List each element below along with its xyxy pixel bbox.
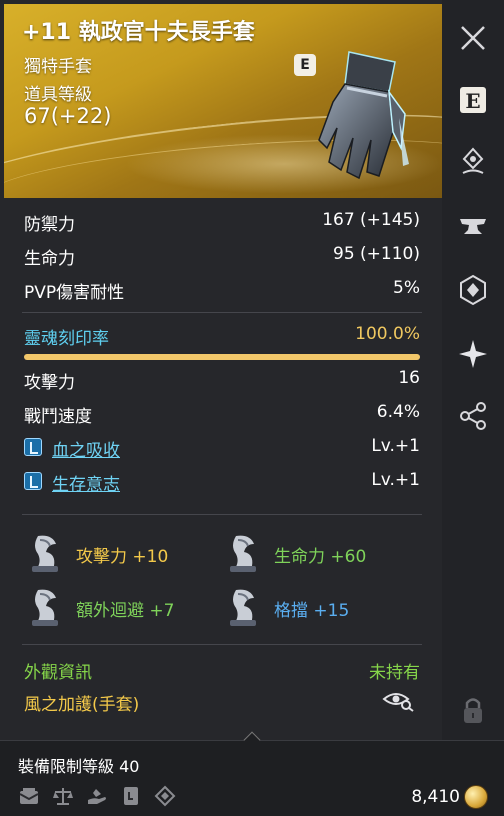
- pin-icon: [462, 147, 484, 174]
- gauntlet-icon: [318, 51, 409, 180]
- skill-book-icon: [24, 472, 42, 490]
- soul-value: 100.0%: [355, 324, 420, 344]
- skill-row: 生存意志 Lv.+1: [24, 466, 420, 496]
- trade-flags: [16, 783, 178, 809]
- soul-progress-fill: [24, 354, 420, 360]
- appearance-label: 外觀資訊: [24, 663, 92, 683]
- crystal-icon: [32, 535, 58, 572]
- crystal-label: 攻擊力 +10: [76, 547, 169, 567]
- skill-link[interactable]: 生存意志: [52, 470, 120, 495]
- item-footer: 裝備限制等級 40 8,410: [0, 731, 504, 816]
- crystal-label: 生命力 +60: [274, 547, 367, 567]
- anvil-button[interactable]: [453, 206, 493, 246]
- stat-value: 95 (+110): [333, 244, 420, 264]
- lock-icon: [464, 698, 482, 723]
- svg-text:E: E: [465, 89, 480, 113]
- item-title: +11 執政官十夫長手套: [22, 20, 255, 45]
- diamond-icon: [152, 783, 178, 809]
- stat-label: 生命力: [24, 249, 75, 269]
- pin-button[interactable]: [453, 142, 493, 182]
- stat-row: 生命力 95 (+110): [24, 240, 420, 270]
- scale-icon: [50, 783, 76, 809]
- soul-row: 靈魂刻印率 100.0%: [24, 320, 420, 350]
- crystal-label: 格擋 +15: [274, 601, 350, 621]
- lock-button[interactable]: [453, 690, 493, 730]
- item-tooltip-panel: +11 執政官十夫長手套 獨特手套 道具等級 67(+22) E E 防禦力 1…: [0, 0, 504, 816]
- preview-eye-icon[interactable]: [382, 688, 414, 712]
- book-icon: [118, 783, 144, 809]
- skill-level: Lv.+1: [371, 436, 420, 456]
- stat-row: PVP傷害耐性 5%: [24, 274, 420, 304]
- star-burst-icon: [459, 340, 487, 368]
- attribute-row: 攻擊力 16: [24, 364, 420, 394]
- crystal-label: 額外迴避 +7: [76, 601, 175, 621]
- crystal-icon: [230, 535, 256, 572]
- attribute-value: 6.4%: [376, 402, 420, 422]
- close-button[interactable]: [453, 18, 493, 58]
- crystal-icon: [230, 589, 256, 626]
- rune-shield-icon: [460, 274, 486, 306]
- stat-value: 167 (+145): [322, 210, 420, 230]
- divider: [22, 514, 422, 515]
- close-icon: [461, 26, 485, 50]
- storage-icon: [16, 783, 42, 809]
- crystal-slot[interactable]: 生命力 +60: [224, 532, 424, 576]
- stat-label: 防禦力: [24, 215, 75, 235]
- divider: [22, 312, 422, 313]
- hand-trade-icon: [84, 783, 110, 809]
- stat-row: 防禦力 167 (+145): [24, 206, 420, 236]
- stat-value: 5%: [393, 278, 420, 298]
- star-button[interactable]: [453, 334, 493, 374]
- enchant-e-icon: E: [460, 87, 486, 113]
- enchant-button[interactable]: E: [453, 80, 493, 120]
- anvil-icon: [460, 219, 486, 234]
- attribute-label: 攻擊力: [24, 373, 75, 393]
- appearance-skin-row: 風之加護(手套): [24, 686, 420, 716]
- attribute-label: 戰鬥速度: [24, 407, 92, 427]
- item-level-label: 道具等級: [24, 85, 92, 105]
- appearance-row: 外觀資訊 未持有: [24, 654, 420, 684]
- stat-label: PVP傷害耐性: [24, 283, 125, 303]
- attribute-row: 戰鬥速度 6.4%: [24, 398, 420, 428]
- crystal-slot[interactable]: 攻擊力 +10: [26, 532, 226, 576]
- item-type: 獨特手套: [24, 57, 92, 77]
- sell-price: 8,410: [411, 787, 460, 807]
- silver-coin-icon: [464, 785, 488, 809]
- share-icon: [460, 402, 486, 430]
- crystal-slot[interactable]: 額外迴避 +7: [26, 586, 226, 630]
- appearance-status: 未持有: [369, 663, 420, 683]
- attribute-value: 16: [398, 368, 420, 388]
- divider: [22, 644, 422, 645]
- soul-progress-bar: [24, 354, 420, 360]
- skill-book-icon: [24, 438, 42, 456]
- footer-notch: [243, 731, 261, 749]
- skill-level: Lv.+1: [371, 470, 420, 490]
- action-sidebar: E: [442, 0, 504, 740]
- item-header: +11 執政官十夫長手套 獨特手套 道具等級 67(+22) E: [4, 4, 442, 198]
- share-button[interactable]: [453, 396, 493, 436]
- appearance-skin-name: 風之加護(手套): [24, 695, 140, 715]
- skill-row: 血之吸收 Lv.+1: [24, 432, 420, 462]
- required-level: 裝備限制等級 40: [18, 757, 140, 776]
- soul-label: 靈魂刻印率: [24, 329, 109, 349]
- rune-button[interactable]: [453, 270, 493, 310]
- item-level-value: 67(+22): [24, 104, 112, 128]
- crystal-icon: [32, 589, 58, 626]
- crystal-slot[interactable]: 格擋 +15: [224, 586, 424, 630]
- skill-link[interactable]: 血之吸收: [52, 436, 120, 461]
